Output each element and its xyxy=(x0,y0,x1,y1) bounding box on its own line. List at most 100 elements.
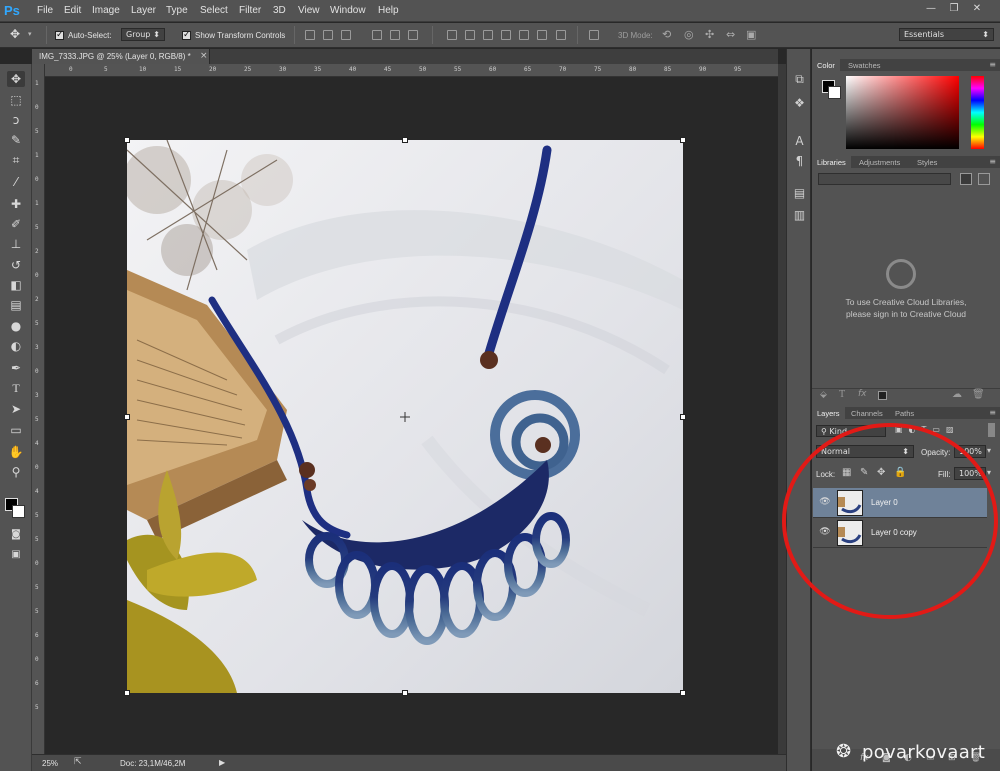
blur-icon[interactable]: ● xyxy=(7,318,25,334)
menu-edit[interactable]: Edit xyxy=(64,5,81,16)
dodge-icon[interactable]: ◐ xyxy=(7,338,25,354)
tab-adjustments[interactable]: Adjustments xyxy=(854,156,905,169)
transform-handle[interactable] xyxy=(402,137,408,143)
rectangle-shape-icon[interactable]: ▭ xyxy=(7,422,25,438)
sync-icon[interactable]: ☁ xyxy=(952,389,962,400)
delete-icon[interactable]: 🗑 xyxy=(972,389,985,400)
document-tab[interactable]: IMG_7333.JPG @ 25% (Layer 0, RGB/8) * × xyxy=(32,49,210,64)
background-color-swatch[interactable] xyxy=(12,505,25,518)
lasso-icon[interactable]: ↄ xyxy=(7,112,25,128)
tab-swatches[interactable]: Swatches xyxy=(843,59,886,72)
quick-mask-icon[interactable]: ◙ xyxy=(7,527,25,543)
paragraph-panel-icon[interactable]: ¶ xyxy=(791,153,808,170)
transform-handle[interactable] xyxy=(124,690,130,696)
distribute-spacing-icon[interactable] xyxy=(556,30,566,40)
align-hcenter-icon[interactable] xyxy=(390,30,400,40)
menu-layer[interactable]: Layer xyxy=(131,5,156,16)
panel-menu-icon[interactable]: ≡ xyxy=(989,408,996,417)
transform-handle[interactable] xyxy=(680,137,686,143)
menu-view[interactable]: View xyxy=(298,5,320,16)
add-text-icon[interactable]: T xyxy=(839,389,845,400)
zoom-icon[interactable]: ⚲ xyxy=(7,464,25,480)
3d-scale-icon[interactable]: ▣ xyxy=(746,28,756,41)
chevron-down-icon[interactable]: ▾ xyxy=(987,446,991,455)
brush-icon[interactable]: ✐ xyxy=(7,216,25,232)
distribute-vcenter-icon[interactable] xyxy=(465,30,475,40)
status-menu-arrow-icon[interactable]: ▶ xyxy=(219,758,225,767)
tab-libraries[interactable]: Libraries xyxy=(812,156,851,169)
transform-handle[interactable] xyxy=(680,690,686,696)
menu-type[interactable]: Type xyxy=(166,5,188,16)
pen-icon[interactable]: ✒ xyxy=(7,360,25,376)
menu-filter[interactable]: Filter xyxy=(239,5,261,16)
move-tool-icon[interactable]: ✥ xyxy=(7,71,25,87)
align-left-icon[interactable] xyxy=(372,30,382,40)
auto-select-checkbox[interactable] xyxy=(55,30,64,40)
transform-handle[interactable] xyxy=(402,690,408,696)
crop-icon[interactable]: ⌗ xyxy=(7,152,25,168)
transform-handle[interactable] xyxy=(124,137,130,143)
eraser-icon[interactable]: ◧ xyxy=(7,277,25,293)
3d-rotate-icon[interactable]: ⟲ xyxy=(662,28,671,41)
distribute-hcenter-icon[interactable] xyxy=(519,30,529,40)
background-color-swatch[interactable] xyxy=(828,86,841,99)
add-color-icon[interactable]: ⬙ xyxy=(820,390,827,400)
screen-mode-icon[interactable]: ▣ xyxy=(7,547,25,563)
path-selection-icon[interactable]: ➤ xyxy=(7,401,25,417)
document-image[interactable] xyxy=(127,140,683,693)
hue-slider[interactable] xyxy=(971,76,984,149)
tab-styles[interactable]: Styles xyxy=(912,156,942,169)
color-picker-field[interactable] xyxy=(846,76,959,149)
align-right-icon[interactable] xyxy=(408,30,418,40)
clone-stamp-icon[interactable]: ⊥ xyxy=(7,236,25,252)
filter-toggle[interactable] xyxy=(988,423,995,437)
auto-select-dropdown[interactable]: Group ⬍ xyxy=(121,28,165,41)
3d-pan-icon[interactable]: ✣ xyxy=(705,28,714,41)
menu-image[interactable]: Image xyxy=(92,5,120,16)
minimize-icon[interactable]: — xyxy=(922,2,940,16)
list-view-icon[interactable] xyxy=(978,173,990,185)
align-bottom-icon[interactable] xyxy=(341,30,351,40)
distribute-left-icon[interactable] xyxy=(501,30,511,40)
quick-selection-icon[interactable]: ✎ xyxy=(7,132,25,148)
distribute-right-icon[interactable] xyxy=(537,30,547,40)
tab-color[interactable]: Color xyxy=(812,59,840,72)
restore-icon[interactable]: ❐ xyxy=(945,2,963,16)
close-tab-icon[interactable]: × xyxy=(200,51,208,61)
history-panel-icon[interactable]: ⧉ xyxy=(791,71,808,88)
export-icon[interactable]: ⇱ xyxy=(74,757,82,767)
properties-panel-icon[interactable]: ▤ xyxy=(791,185,808,202)
align-vcenter-icon[interactable] xyxy=(323,30,333,40)
history-brush-icon[interactable]: ↺ xyxy=(7,257,25,273)
grid-view-icon[interactable] xyxy=(960,173,972,185)
close-window-icon[interactable]: ✕ xyxy=(968,2,986,16)
transform-handle[interactable] xyxy=(124,414,130,420)
character-panel-icon[interactable]: A xyxy=(791,133,808,150)
transform-handle[interactable] xyxy=(680,414,686,420)
workspace-dropdown[interactable]: Essentials ⬍ xyxy=(899,28,994,41)
menu-file[interactable]: File xyxy=(37,5,53,16)
move-tool-preset-icon[interactable]: ✥ xyxy=(10,27,20,41)
gradient-icon[interactable]: ▤ xyxy=(7,297,25,313)
3d-slide-icon[interactable]: ⇔ xyxy=(726,28,735,41)
notes-panel-icon[interactable]: ▥ xyxy=(791,207,808,224)
rectangular-marquee-icon[interactable]: ⬚ xyxy=(7,92,25,108)
healing-brush-icon[interactable]: ✚ xyxy=(7,196,25,212)
menu-help[interactable]: Help xyxy=(378,5,399,16)
menu-3d[interactable]: 3D xyxy=(273,5,286,16)
add-style-icon[interactable]: fx xyxy=(858,389,867,399)
tab-layers[interactable]: Layers xyxy=(812,407,845,420)
distribute-bottom-icon[interactable] xyxy=(483,30,493,40)
tab-channels[interactable]: Channels xyxy=(846,407,888,420)
menu-window[interactable]: Window xyxy=(330,5,366,16)
library-select-dropdown[interactable] xyxy=(818,173,951,185)
panel-menu-icon[interactable]: ≡ xyxy=(989,157,996,166)
3d-panel-icon[interactable]: ❖ xyxy=(791,95,808,112)
chevron-down-icon[interactable]: ▾ xyxy=(987,468,991,477)
auto-align-icon[interactable] xyxy=(589,30,599,40)
hand-icon[interactable]: ✋ xyxy=(7,444,25,460)
tab-paths[interactable]: Paths xyxy=(890,407,919,420)
menu-select[interactable]: Select xyxy=(200,5,228,16)
chevron-down-icon[interactable]: ▾ xyxy=(28,30,32,38)
eyedropper-icon[interactable]: ⁄ xyxy=(7,174,25,190)
